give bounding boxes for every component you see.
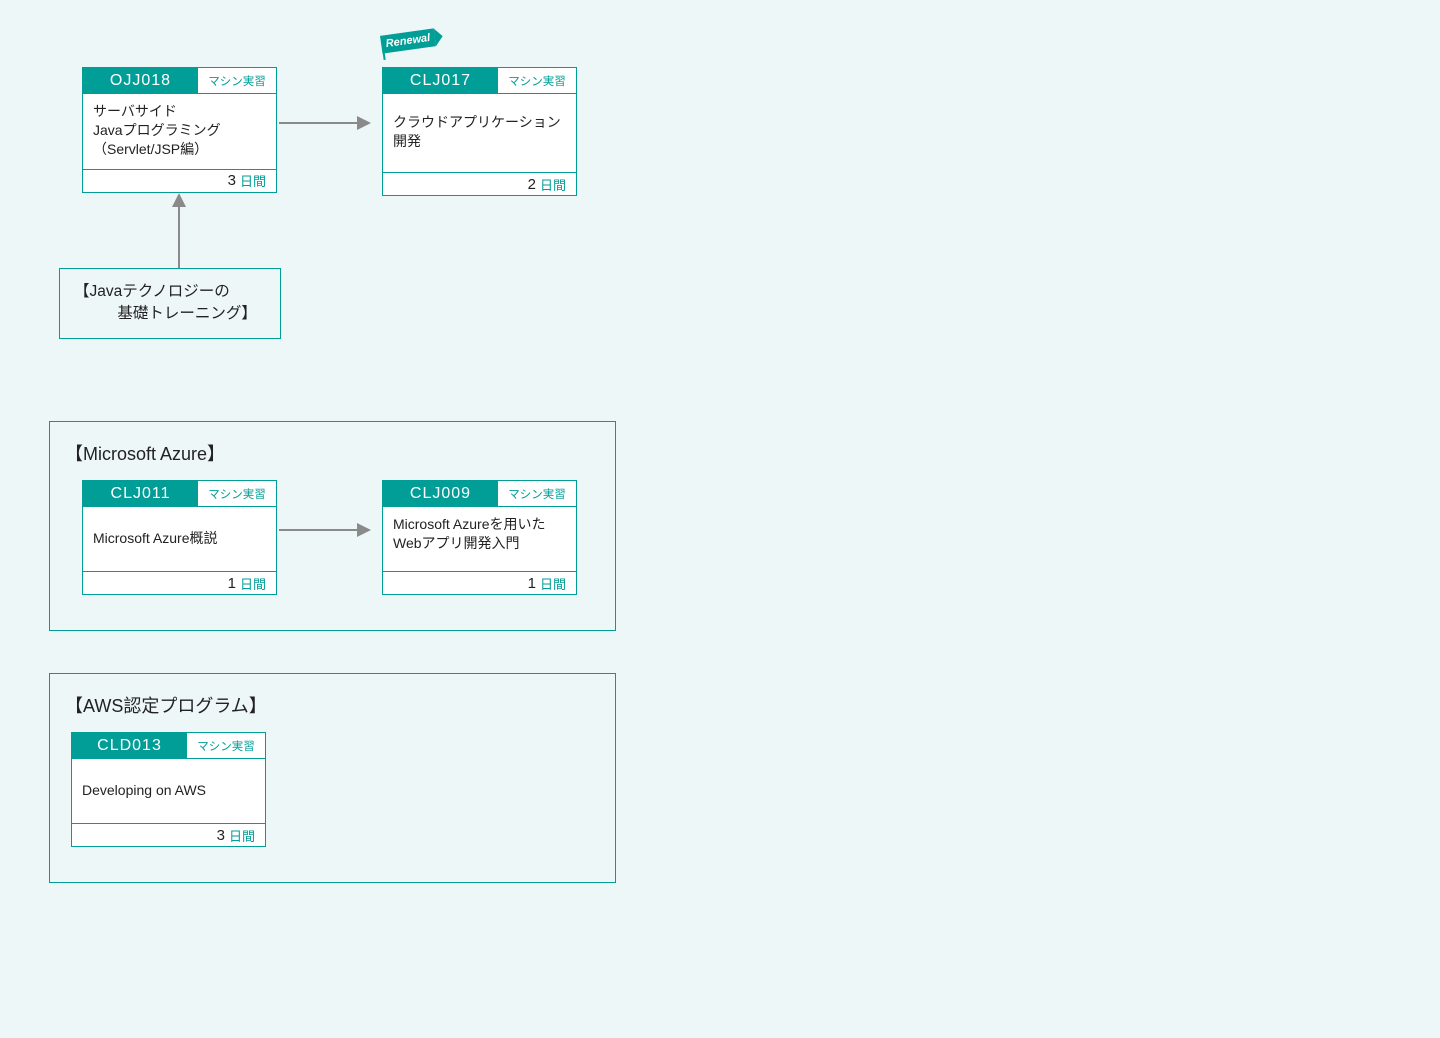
course-title: サーバサイド Javaプログラミング （Servlet/JSP編） bbox=[83, 94, 276, 169]
machine-practice-tag: マシン実習 bbox=[198, 68, 276, 94]
course-card[interactable]: CLD013 マシン実習 Developing on AWS 3日間 bbox=[71, 732, 266, 847]
course-card[interactable]: CLJ011 マシン実習 Microsoft Azure概説 1日間 bbox=[82, 480, 277, 595]
group-title: 【AWS認定プログラム】 bbox=[65, 692, 267, 718]
course-duration: 1日間 bbox=[83, 571, 276, 594]
group-title: 【Microsoft Azure】 bbox=[65, 440, 225, 466]
machine-practice-tag: マシン実習 bbox=[498, 68, 576, 94]
course-card[interactable]: OJJ018 マシン実習 サーバサイド Javaプログラミング （Servlet… bbox=[82, 67, 277, 193]
prerequisite-box[interactable]: 【Javaテクノロジーの 基礎トレーニング】 bbox=[59, 268, 281, 339]
course-code: CLJ017 bbox=[383, 68, 498, 94]
course-code: CLJ011 bbox=[83, 481, 198, 507]
course-duration: 3日間 bbox=[72, 823, 265, 846]
course-code: OJJ018 bbox=[83, 68, 198, 94]
machine-practice-tag: マシン実習 bbox=[498, 481, 576, 507]
arrow-icon bbox=[178, 195, 180, 268]
course-card[interactable]: CLJ009 マシン実習 Microsoft Azureを用いた Webアプリ開… bbox=[382, 480, 577, 595]
course-duration: 3日間 bbox=[83, 169, 276, 192]
course-code: CLJ009 bbox=[383, 481, 498, 507]
arrow-icon bbox=[279, 529, 369, 531]
course-duration: 1日間 bbox=[383, 571, 576, 594]
machine-practice-tag: マシン実習 bbox=[187, 733, 265, 759]
arrow-icon bbox=[279, 122, 369, 124]
course-title: クラウドアプリケーション開発 bbox=[383, 94, 576, 172]
course-duration: 2日間 bbox=[383, 172, 576, 195]
machine-practice-tag: マシン実習 bbox=[198, 481, 276, 507]
course-card[interactable]: CLJ017 マシン実習 クラウドアプリケーション開発 2日間 bbox=[382, 67, 577, 196]
course-title: Developing on AWS bbox=[72, 759, 265, 823]
renewal-badge-icon: Renewal bbox=[381, 32, 447, 60]
course-title: Microsoft Azureを用いた Webアプリ開発入門 bbox=[383, 507, 576, 571]
course-code: CLD013 bbox=[72, 733, 187, 759]
course-title: Microsoft Azure概説 bbox=[83, 507, 276, 571]
